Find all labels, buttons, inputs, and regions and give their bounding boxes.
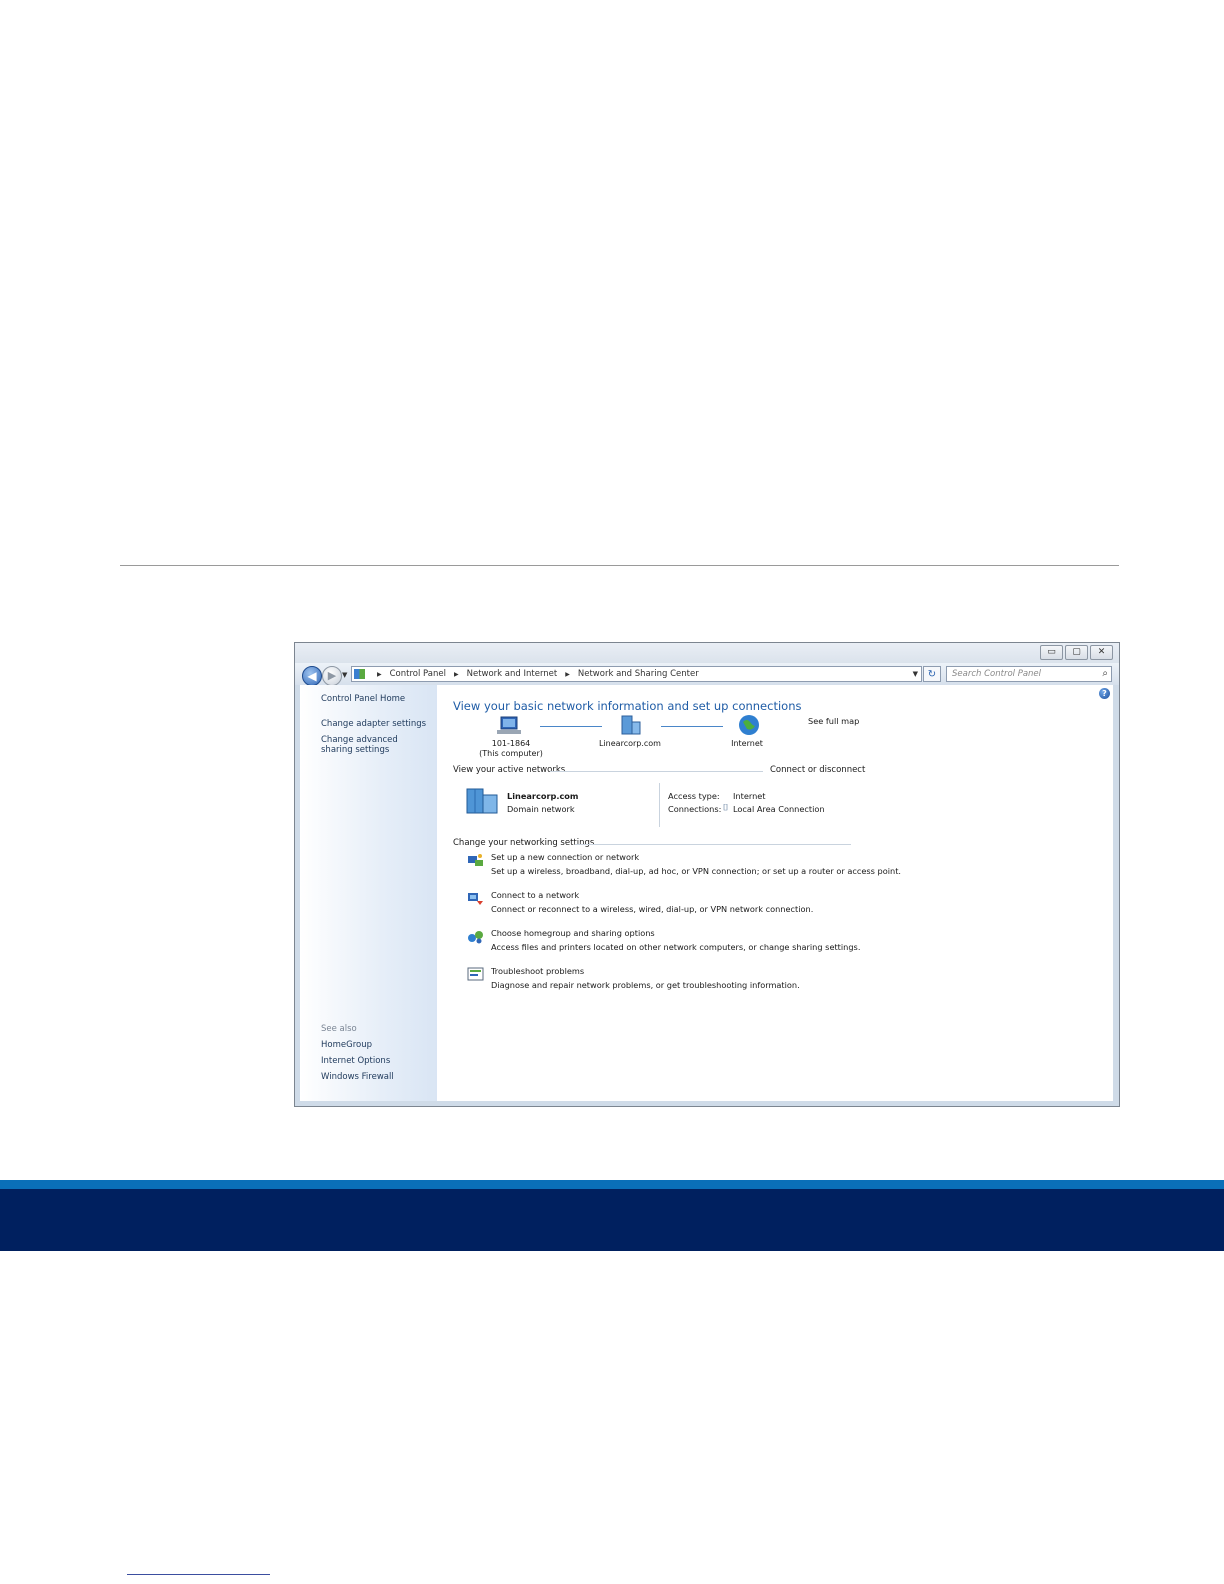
refresh-icon[interactable]: ↻ [923,666,941,682]
connect-network-icon [468,893,483,905]
recent-pages-dropdown-icon[interactable]: ▼ [342,671,347,679]
search-placeholder: Search Control Panel [952,669,1042,679]
search-input[interactable]: Search Control Panel ⌕ [946,666,1112,682]
footer-stripe [0,1180,1224,1189]
task-pane: Control Panel Home Change adapter settin… [300,685,437,1101]
setup-connection-desc: Set up a wireless, broadband, dial-up, a… [491,866,902,876]
access-type-label: Access type: [668,791,720,801]
change-adapter-settings-link[interactable]: Change adapter settings [321,719,431,729]
maximize-button[interactable]: ▢ [1065,645,1088,660]
homegroup-sharing-desc: Access files and printers located on oth… [491,942,861,952]
networking-settings-heading: Change your networking settings [453,838,595,848]
active-networks-heading: View your active networks [453,765,566,775]
footnote-rule [127,1574,270,1575]
computer-subtitle: (This computer) [479,749,543,758]
breadcrumb-arrow-icon[interactable]: ▶ [565,671,570,678]
title-bar: ▭ ▢ ✕ [295,643,1119,663]
homegroup-sharing-icon [468,931,483,944]
internet-globe-icon [739,715,759,735]
computer-icon [497,716,521,734]
change-advanced-sharing-link[interactable]: Change advanced sharing settings [321,735,431,755]
help-icon[interactable]: ? [1099,688,1110,699]
page-title: View your basic network information and … [453,699,802,713]
active-network-divider [659,783,660,827]
address-toolbar: ◀ ▶ ▼ ▶ Control Panel ▶ Network and Inte… [295,663,1119,686]
map-connection-line [540,726,602,727]
breadcrumb-arrow-icon[interactable]: ▶ [377,671,382,678]
network-node-label[interactable]: Linearcorp.com [580,739,680,749]
minimize-button[interactable]: ▭ [1040,645,1063,660]
footer-band [0,1180,1224,1251]
control-panel-icon [354,669,365,679]
map-connection-line [661,726,723,727]
breadcrumb-network-sharing-center[interactable]: Network and Sharing Center [576,669,701,679]
internet-options-link[interactable]: Internet Options [321,1056,431,1066]
see-full-map-link[interactable]: See full map [808,716,859,726]
access-type-value: Internet [733,791,766,801]
section-rule [550,771,763,772]
breadcrumb-control-panel[interactable]: Control Panel [388,669,448,679]
homegroup-link[interactable]: HomeGroup [321,1040,431,1050]
new-connection-icon [468,854,483,866]
domain-network-icon [621,715,641,735]
computer-name: 101-1864 [491,739,531,748]
breadcrumb-arrow-icon[interactable]: ▶ [454,671,459,678]
connect-or-disconnect-link[interactable]: Connect or disconnect [770,765,865,775]
troubleshoot-desc: Diagnose and repair network problems, or… [491,980,800,990]
internet-node-label[interactable]: Internet [697,739,797,749]
troubleshoot-link[interactable]: Troubleshoot problems [491,966,584,976]
active-network-name: Linearcorp.com [507,791,579,801]
windows-firewall-link[interactable]: Windows Firewall [321,1072,431,1082]
forward-arrow-icon[interactable]: ▶ [322,666,342,686]
homegroup-sharing-link[interactable]: Choose homegroup and sharing options [491,928,655,938]
address-bar[interactable]: ▶ Control Panel ▶ Network and Internet ▶… [351,666,922,682]
search-icon[interactable]: ⌕ [1102,667,1108,681]
connect-to-network-link[interactable]: Connect to a network [491,890,579,900]
network-cable-icon: ⌷ [723,803,729,813]
troubleshoot-icon [467,967,484,981]
active-network-type[interactable]: Domain network [507,804,575,814]
domain-building-icon [466,788,498,814]
content-pane: ? View your basic network information an… [437,685,1113,1101]
address-dropdown-icon[interactable]: ▼ [913,670,918,678]
local-area-connection-link[interactable]: Local Area Connection [733,804,825,814]
connect-to-network-desc: Connect or reconnect to a wireless, wire… [491,904,814,914]
section-rule [575,844,851,845]
close-button[interactable]: ✕ [1090,645,1113,660]
page-divider [120,565,1119,566]
network-sharing-center-window: ▭ ▢ ✕ ◀ ▶ ▼ ▶ Control Panel ▶ Network an… [294,642,1120,1107]
back-arrow-icon[interactable]: ◀ [302,666,322,686]
setup-connection-link[interactable]: Set up a new connection or network [491,852,639,862]
breadcrumb-network-and-internet[interactable]: Network and Internet [465,669,560,679]
see-also-heading: See also [321,1024,357,1034]
connections-label: Connections: [668,804,722,814]
control-panel-home-link[interactable]: Control Panel Home [321,694,431,704]
